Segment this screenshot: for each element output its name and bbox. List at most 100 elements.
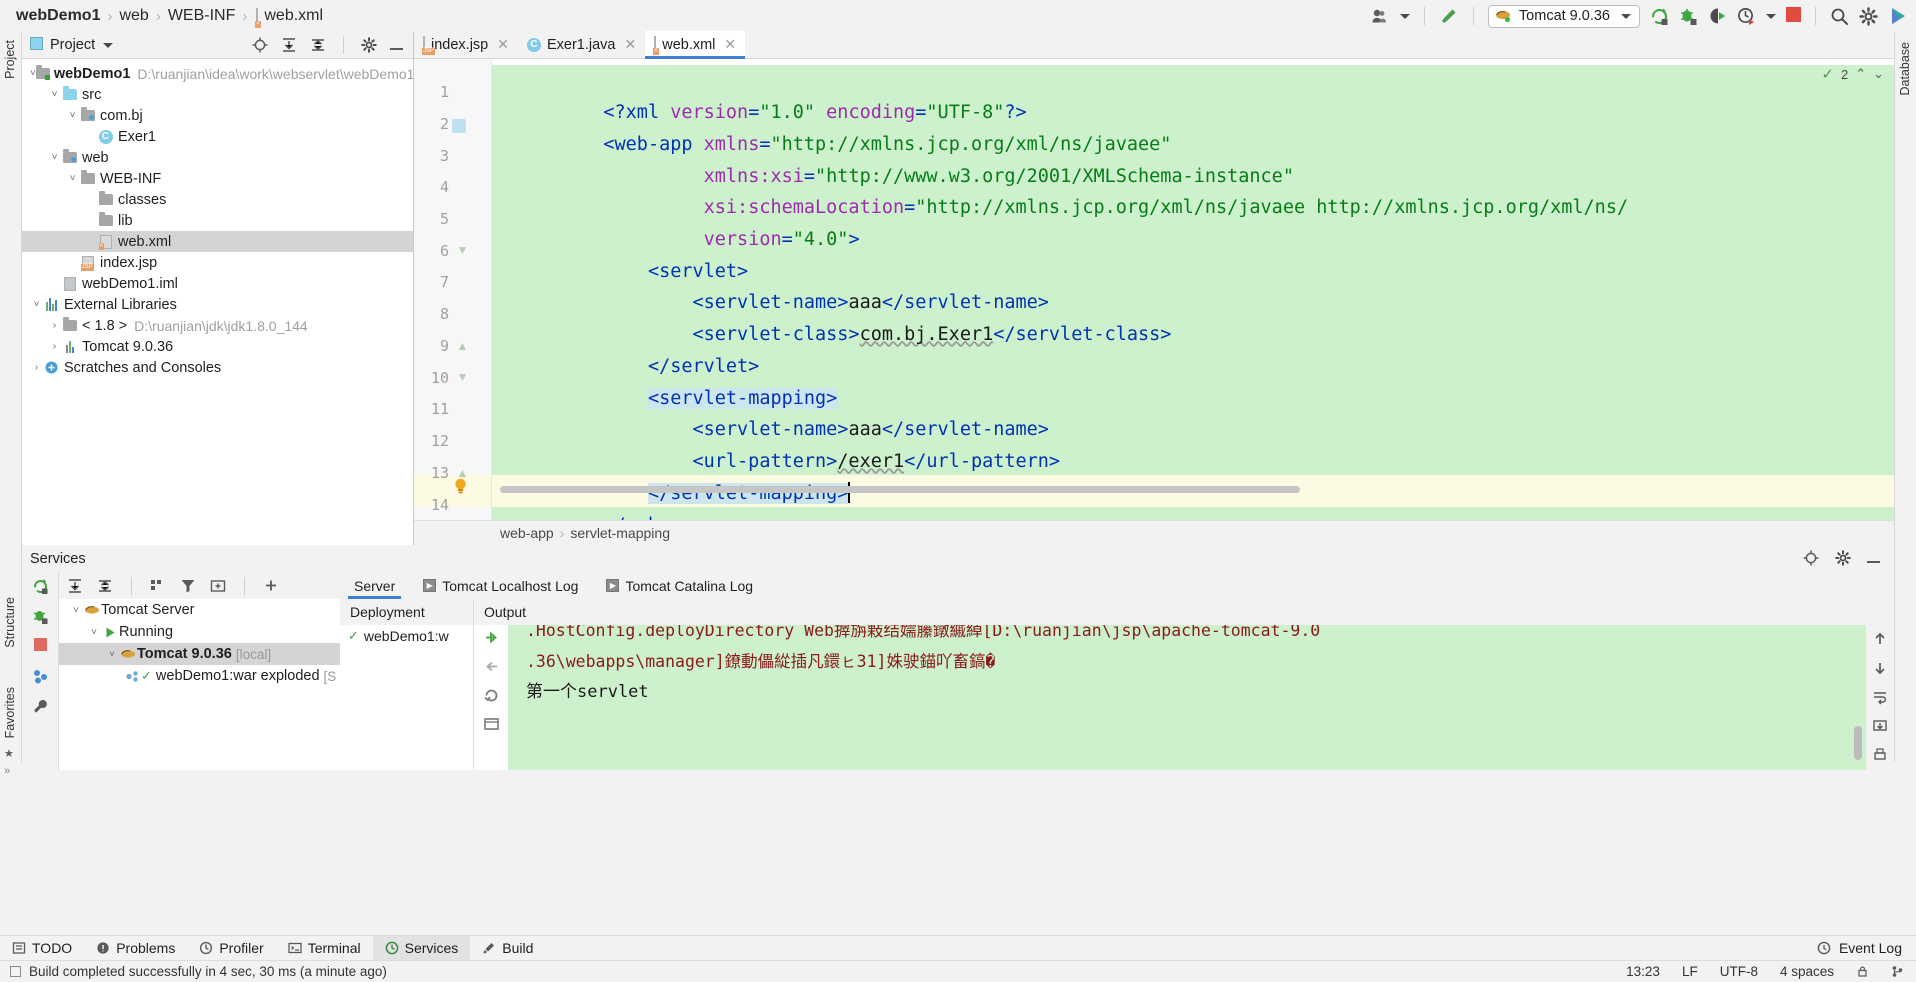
wrench-icon[interactable] [32,698,49,715]
tree-item-exer1[interactable]: C Exer1 [22,126,413,147]
close-icon[interactable]: ✕ [624,36,636,53]
run-with-coverage-icon[interactable] [1708,7,1727,26]
chevron-down-icon[interactable]: ⌄ [1873,66,1884,82]
settings-icon[interactable] [1859,6,1878,26]
status-encoding[interactable]: UTF-8 [1720,964,1758,979]
tab-server[interactable]: Server [340,572,409,599]
intention-bulb-icon[interactable] [453,477,468,495]
tab-exer1-java[interactable]: C Exer1.java ✕ [517,31,646,58]
chevron-right-icon[interactable]: › [48,320,61,331]
updates-icon[interactable] [1888,6,1908,26]
profiler-icon[interactable] [1737,7,1756,26]
tool-button-services[interactable]: Services [372,935,471,961]
chevron-down-icon[interactable]: ˅ [69,605,83,616]
user-icon[interactable] [1372,9,1390,24]
print-icon[interactable] [1872,747,1888,763]
tool-button-terminal[interactable]: Terminal [276,936,373,961]
soft-wrap-icon[interactable] [1872,689,1888,705]
console-scrollbar[interactable] [1854,726,1862,760]
add-tab-icon[interactable] [210,578,226,594]
debug-icon[interactable] [32,608,49,625]
chevron-down-icon[interactable]: ˅ [48,152,61,163]
status-indent[interactable]: 4 spaces [1780,964,1834,979]
editor-horizontal-scrollbar[interactable] [500,486,1300,493]
chevron-down-icon[interactable]: ˅ [66,173,79,184]
fold-marker[interactable]: ▼ [456,243,469,257]
tree-item-indexjsp[interactable]: JSP index.jsp [22,252,413,273]
inspection-widget[interactable]: ✓ 2 ⌃ ⌄ [1821,65,1884,83]
fold-marker[interactable]: ▲ [456,339,469,353]
console-output[interactable]: .HostConfig.deployDirectory Web搱旃敤结嬬籘鐓縬綽… [508,625,1866,770]
chevron-down-icon[interactable]: ˅ [87,627,101,638]
gear-icon[interactable] [361,37,377,53]
code-lines[interactable]: <?xml version="1.0" encoding="UTF-8"?> <… [492,59,1894,520]
tree-item-webinf[interactable]: ˅ WEB-INF [22,168,413,189]
redeploy-icon[interactable] [483,687,500,704]
xml-schema-icon[interactable] [452,119,466,137]
editor-gutter[interactable]: 1 2 3 4 5 6 7 8 9 10 11 12 13 14 ▼ ▼ ▲ ▼… [414,59,492,520]
tool-button-problems[interactable]: Problems [84,936,187,961]
tree-item-lib[interactable]: lib [22,210,413,231]
search-icon[interactable] [1830,7,1849,26]
rail-item-project[interactable]: Project [3,40,17,83]
stop-icon[interactable] [33,638,47,655]
user-chevron-down-icon[interactable] [1399,13,1410,19]
rail-more-icon[interactable]: » [4,765,10,777]
tool-button-profiler[interactable]: Profiler [187,936,275,961]
collapse-all-icon[interactable] [97,578,113,594]
tree-item-tomcat-lib[interactable]: › Tomcat 9.0.36 [22,336,413,357]
services-row-artifact[interactable]: ✓ webDemo1:war exploded [S [59,665,340,687]
tree-item-jdk[interactable]: › < 1.8 > D:\ruanjian\jdk\jdk1.8.0_144 [22,315,413,336]
tree-item-classes[interactable]: classes [22,189,413,210]
rerun-icon[interactable] [32,578,49,595]
scroll-down-icon[interactable] [1872,660,1888,676]
profiler-chevron-down-icon[interactable] [1766,13,1776,19]
debug-icon[interactable] [1679,7,1698,26]
tab-index-jsp[interactable]: JSP index.jsp ✕ [414,31,518,58]
add-icon[interactable] [263,578,279,594]
group-icon[interactable] [150,578,166,594]
filter-icon[interactable] [180,578,196,594]
services-row-running[interactable]: ˅ Running [59,621,340,643]
hammer-icon[interactable] [1439,6,1459,26]
tool-button-todo[interactable]: TODO [0,936,84,961]
scroll-up-icon[interactable] [1872,631,1888,647]
rail-item-database[interactable]: Database [1898,42,1912,100]
tree-item-external-libraries[interactable]: ˅ External Libraries [22,294,413,315]
run-icon[interactable] [1650,7,1669,26]
breadcrumb-item-web[interactable]: web [119,7,148,25]
fold-marker[interactable]: ▼ [456,370,469,384]
event-log-area[interactable]: Event Log [1817,940,1916,956]
tab-tomcat-catalina-log[interactable]: ▶ Tomcat Catalina Log [592,572,767,599]
tab-web-xml[interactable]: < web.xml ✕ [645,31,746,59]
rail-item-favorites[interactable]: Favorites [3,687,17,742]
git-branch-icon[interactable] [1891,965,1904,978]
editor-breadcrumb-webapp[interactable]: web-app [500,525,554,541]
breadcrumb-item-project[interactable]: webDemo1 [16,7,100,25]
chevron-up-icon[interactable]: ⌃ [1855,66,1866,82]
rail-item-structure[interactable]: Structure [3,597,17,652]
deploy-arrow-icon[interactable] [483,629,500,646]
settings-gear-icon[interactable] [32,668,49,685]
tree-item-combj[interactable]: ˅ com.bj [22,105,413,126]
close-icon[interactable]: ✕ [724,36,736,53]
undeploy-arrow-icon[interactable] [483,658,500,675]
chevron-down-icon[interactable] [1621,13,1631,19]
chevron-down-icon[interactable]: ˅ [66,110,79,121]
tool-button-build[interactable]: Build [470,936,545,961]
breadcrumb-item-file[interactable]: web.xml [264,7,323,25]
expand-all-icon[interactable] [281,37,297,53]
tree-item-web[interactable]: ˅ web [22,147,413,168]
hide-icon[interactable] [1867,550,1880,567]
hide-icon[interactable] [390,37,403,54]
expand-all-icon[interactable] [67,578,83,594]
chevron-down-icon[interactable]: ˅ [48,89,61,100]
editor-breadcrumb-servlet-mapping[interactable]: servlet-mapping [570,525,670,541]
chevron-right-icon[interactable]: › [48,341,61,352]
breadcrumb-item-webinf[interactable]: WEB-INF [168,7,236,25]
locate-icon[interactable] [1803,550,1819,567]
stop-icon[interactable] [1786,6,1801,26]
tree-item-webxml[interactable]: < web.xml [22,231,413,252]
rail-star-icon[interactable]: ★ [4,747,14,760]
run-configuration-selector[interactable]: Tomcat 9.0.36 [1487,4,1640,28]
